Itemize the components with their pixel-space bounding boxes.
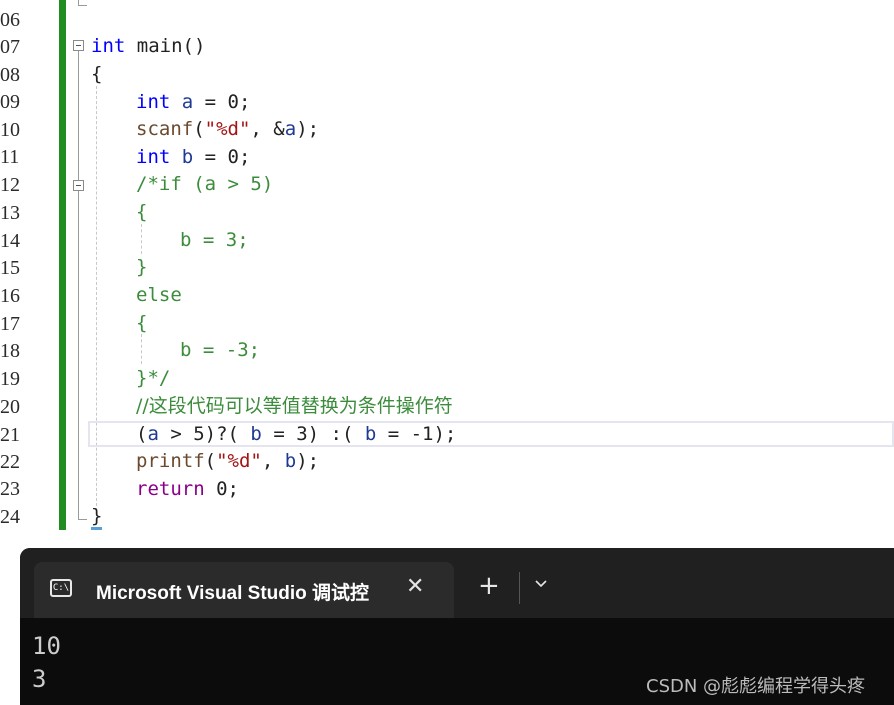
outline-line [78,191,79,519]
line-number: 18 [0,340,20,362]
line-number: 17 [0,313,20,335]
collapse-comment-icon[interactable] [73,180,84,191]
code-line-12: /*if (a > 5) [136,173,274,195]
console-icon: C:\ [50,579,72,597]
line-number: 24 [0,506,20,528]
collapse-function-icon[interactable] [73,40,84,51]
console-tab[interactable]: C:\ Microsoft Visual Studio 调试控 ✕ [34,562,454,618]
code-line-18: b = -3; [180,339,261,361]
code-editor[interactable]: 06 07 08 09 10 11 12 13 14 15 16 17 18 1… [0,0,894,540]
text-cursor [91,527,102,530]
watermark: CSDN @彪彪编程学得头疼 [646,676,866,697]
code-line-11: int b = 0; [136,146,251,168]
code-line-10: scanf("%d", &a); [136,118,320,140]
code-line-14: b = 3; [180,229,249,251]
indent-guide [141,334,142,364]
close-icon[interactable]: ✕ [406,574,424,599]
output-line: 10 [32,632,61,660]
output-line: 3 [32,665,47,693]
console-output: 10 3 [32,630,61,696]
code-line-20: //这段代码可以等值替换为条件操作符 [136,395,453,417]
line-number: 12 [0,174,20,196]
line-number: 22 [0,451,20,473]
code-line-17: { [136,312,148,334]
code-line-13: { [136,201,148,223]
code-line-07: int main() [91,35,206,57]
code-line-21: (a > 5)?( b = 3) :( b = -1); [136,423,457,445]
code-line-09: int a = 0; [136,91,251,113]
code-line-08: { [91,63,103,85]
tab-title: Microsoft Visual Studio 调试控 [96,583,370,604]
code-line-15: } [136,256,148,278]
terminal-tab-bar: C:\ Microsoft Visual Studio 调试控 ✕ + [20,548,894,618]
line-number: 11 [0,146,20,168]
outline-end [78,519,87,520]
line-number: 14 [0,230,20,252]
line-number: 15 [0,257,20,279]
chevron-down-icon[interactable] [535,578,547,590]
line-number: 16 [0,285,20,307]
new-tab-button[interactable]: + [478,573,500,599]
line-number: 06 [0,9,20,31]
line-number: 21 [0,424,20,446]
code-line-19: }*/ [136,367,171,389]
outline-end [78,5,87,6]
line-number: 07 [0,36,20,58]
line-number: 19 [0,368,20,390]
code-line-16: else [136,284,182,306]
line-number: 23 [0,478,20,500]
indent-guide [141,224,142,254]
line-number: 09 [0,91,20,113]
line-number: 13 [0,202,20,224]
line-number: 20 [0,396,20,418]
code-line-24: } [91,505,103,527]
line-number: 10 [0,119,20,141]
change-indicator-bar [59,0,66,530]
outline-line [78,51,79,181]
code-line-23: return 0; [136,478,239,500]
tab-divider [519,572,520,604]
line-number: 08 [0,64,20,86]
code-line-22: printf("%d", b); [136,450,320,472]
